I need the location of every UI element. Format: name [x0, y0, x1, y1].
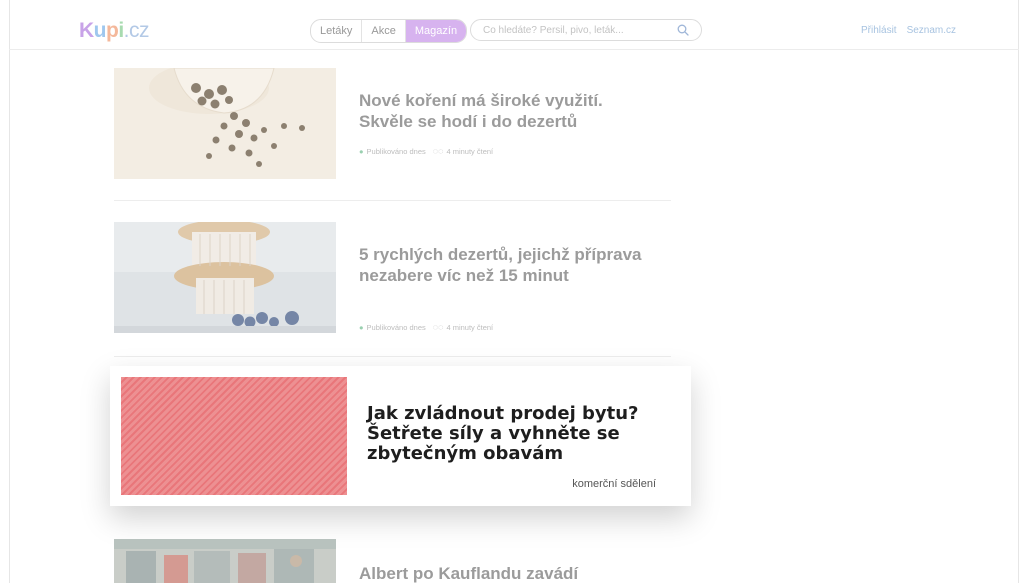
article-card[interactable]: Albert po Kauflandu zavádí [114, 539, 671, 583]
sponsored-title[interactable]: Jak zvládnout prodej bytu? Šetřete síly … [367, 404, 687, 464]
glasses-icon: ◌◌ [432, 146, 444, 156]
article-image-muffins[interactable] [114, 222, 336, 333]
tab-magazin[interactable]: Magazín [405, 20, 467, 42]
seznam-link[interactable]: Seznam.cz [907, 25, 956, 36]
search-box [470, 19, 702, 41]
read-time: 4 minuty čtení [446, 146, 494, 156]
article-meta: ● Publikováno dnes ◌◌ 4 minuty čtení [359, 322, 493, 332]
divider [114, 356, 671, 357]
read-time: 4 minuty čtení [446, 322, 494, 332]
search-icon[interactable] [677, 24, 689, 36]
article-image-spices[interactable] [114, 68, 336, 179]
article-title[interactable]: Nové koření má široké využití. Skvěle se… [359, 90, 649, 132]
article-image-store[interactable] [114, 539, 336, 583]
site-header: Kupi.cz Letáky Akce Magazín Přihlásit Se… [9, 12, 1019, 50]
nav-tabs: Letáky Akce Magazín [310, 19, 468, 43]
published-date: Publikováno dnes [366, 322, 426, 332]
divider [114, 200, 671, 201]
article-title[interactable]: Albert po Kauflandu zavádí [359, 563, 649, 584]
login-link[interactable]: Přihlásit [861, 25, 897, 36]
search-input[interactable] [481, 23, 670, 37]
article-meta: ● Publikováno dnes ◌◌ 4 minuty čtení [359, 146, 493, 156]
glasses-icon: ◌◌ [432, 322, 444, 332]
header-links: Přihlásit Seznam.cz [861, 25, 956, 36]
sponsored-article-card[interactable]: Jak zvládnout prodej bytu? Šetřete síly … [110, 366, 691, 506]
tab-letaky[interactable]: Letáky [311, 20, 363, 42]
published-date: Publikováno dnes [366, 146, 426, 156]
tab-akce[interactable]: Akce [362, 20, 406, 42]
kupi-logo[interactable]: Kupi.cz [79, 19, 150, 43]
sponsored-label: komerční sdělení [572, 478, 656, 490]
article-card[interactable]: Nové koření má široké využití. Skvěle se… [114, 68, 671, 183]
published-dot-icon: ● [359, 146, 364, 156]
sponsored-image-placeholder[interactable] [121, 377, 347, 495]
article-card[interactable]: 5 rychlých dezertů, jejichž příprava nez… [114, 222, 671, 337]
article-title[interactable]: 5 rychlých dezertů, jejichž příprava nez… [359, 244, 649, 286]
published-dot-icon: ● [359, 322, 364, 332]
